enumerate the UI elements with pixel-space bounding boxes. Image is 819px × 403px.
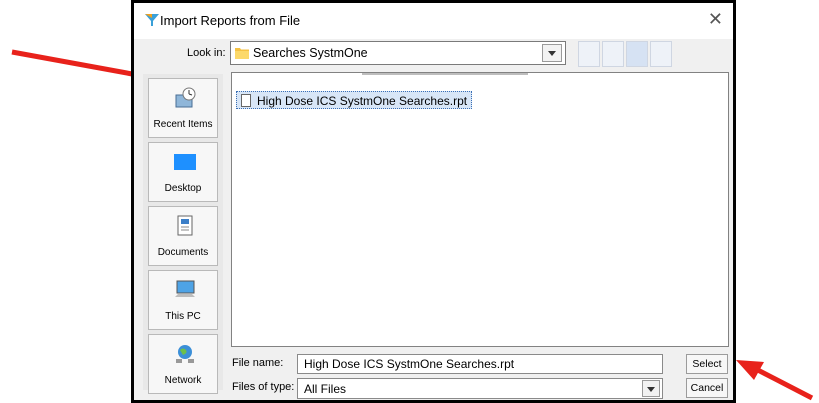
chevron-down-icon[interactable]	[642, 380, 660, 397]
network-icon	[176, 345, 194, 363]
sidebar-item-this-pc[interactable]: This PC	[148, 270, 218, 330]
annotation-arrow-bottom	[736, 360, 814, 401]
file-list[interactable]: High Dose ICS SystmOne Searches.rpt	[231, 72, 729, 347]
file-icon	[241, 94, 251, 107]
chevron-down-icon[interactable]	[542, 44, 562, 62]
sidebar-item-desktop[interactable]: Desktop	[148, 142, 218, 202]
up-one-level-button[interactable]	[578, 41, 600, 67]
this-pc-icon	[175, 280, 195, 297]
look-in-combo[interactable]: Searches SystmOne	[230, 41, 566, 65]
file-name: High Dose ICS SystmOne Searches.rpt	[257, 94, 468, 108]
sidebar-item-label: Desktop	[164, 183, 202, 194]
sidebar-item-documents[interactable]: Documents	[148, 206, 218, 266]
import-dialog: Import Reports from File ✕ Look in: Sear…	[131, 0, 736, 403]
dialog-title: Import Reports from File	[160, 13, 301, 28]
title-bar: Import Reports from File ✕	[134, 3, 733, 39]
list-view-button[interactable]	[626, 41, 648, 67]
look-in-label: Look in:	[187, 47, 226, 59]
select-button[interactable]: Select	[686, 354, 728, 374]
sidebar-item-label: Network	[164, 375, 202, 386]
file-name-label: File name:	[232, 357, 284, 369]
funnel-app-icon	[145, 14, 159, 26]
folder-icon	[235, 48, 249, 59]
sidebar-item-label: Documents	[157, 247, 209, 258]
look-in-value: Searches SystmOne	[253, 46, 368, 60]
file-type-label: Files of type:	[232, 381, 295, 393]
cancel-button[interactable]: Cancel	[686, 378, 728, 398]
home-button[interactable]	[602, 41, 624, 67]
desktop-icon	[174, 154, 196, 170]
details-view-button[interactable]	[650, 41, 672, 67]
sidebar-item-label: This PC	[165, 311, 201, 322]
file-name-input[interactable]	[297, 354, 663, 374]
sidebar-item-label: Recent Items	[153, 119, 213, 130]
list-item[interactable]: High Dose ICS SystmOne Searches.rpt	[236, 91, 473, 109]
list-divider	[362, 73, 528, 75]
file-type-select[interactable]: All Files	[297, 378, 663, 399]
documents-icon	[177, 215, 193, 236]
places-sidebar: Recent Items Desktop Documents This PC N…	[143, 74, 223, 394]
file-type-value: All Files	[304, 382, 347, 396]
close-button[interactable]: ✕	[708, 9, 723, 29]
sidebar-item-network[interactable]: Network	[148, 334, 218, 394]
sidebar-item-recent-items[interactable]: Recent Items	[148, 78, 218, 138]
recent-items-icon	[175, 87, 196, 108]
